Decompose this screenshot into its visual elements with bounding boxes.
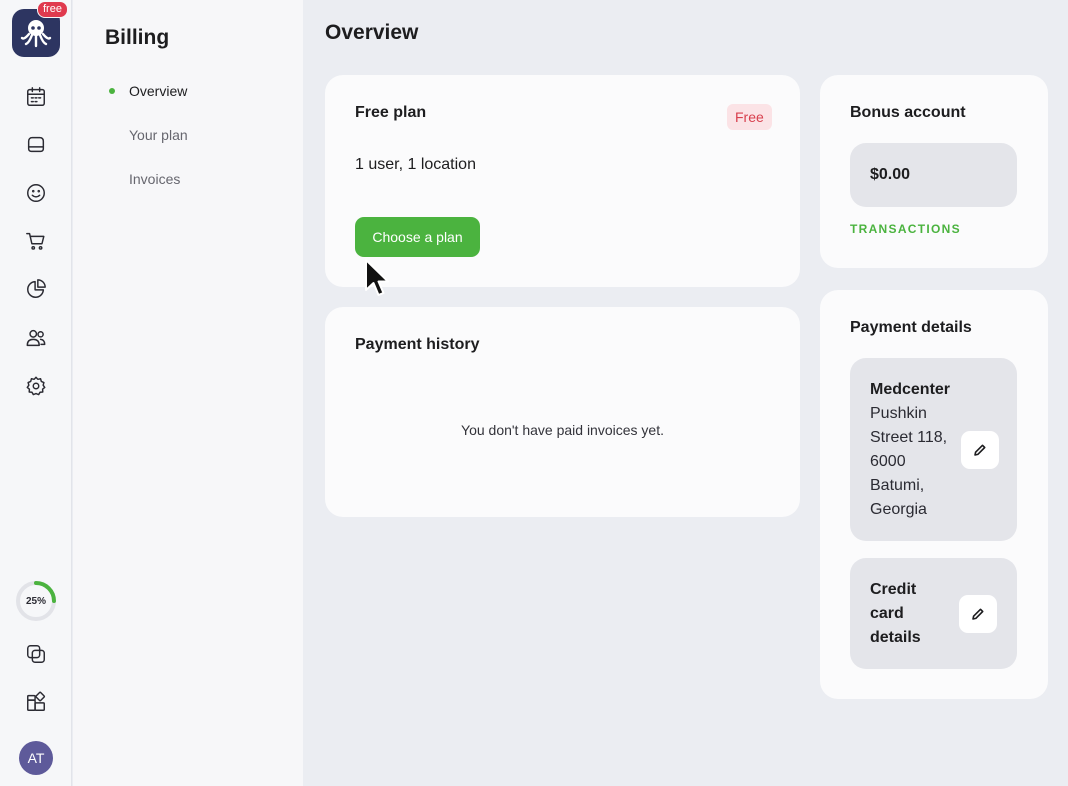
subnav-item-your-plan[interactable]: Your plan bbox=[129, 127, 188, 143]
plan-description: 1 user, 1 location bbox=[355, 156, 476, 173]
progress-label: 25% bbox=[25, 595, 46, 607]
pencil-icon bbox=[974, 444, 986, 456]
payment-details-card: Payment details Medcenter Pushkin Street… bbox=[820, 290, 1048, 699]
bonus-balance: $0.00 bbox=[850, 143, 1017, 207]
credit-card-label: Credit card details bbox=[870, 581, 921, 646]
subnav-item-label: Overview bbox=[129, 83, 188, 99]
company-name: Medcenter bbox=[870, 381, 951, 398]
bonus-account-card: Bonus account $0.00 TRANSACTIONS bbox=[820, 75, 1048, 268]
plan-card-title: Free plan bbox=[355, 104, 427, 121]
choose-plan-button[interactable]: Choose a plan bbox=[355, 217, 480, 257]
subnav-item-overview[interactable]: Overview bbox=[109, 83, 188, 99]
octopus-icon bbox=[20, 20, 52, 48]
pencil-icon bbox=[972, 608, 984, 620]
chat-icon[interactable] bbox=[24, 133, 48, 157]
pie-chart-icon[interactable] bbox=[24, 277, 48, 301]
cart-icon[interactable] bbox=[24, 229, 48, 253]
subnav-item-label: Invoices bbox=[129, 171, 181, 187]
billing-address: Medcenter Pushkin Street 118, 6000 Batum… bbox=[870, 378, 958, 522]
billing-subnav: Billing Overview Your plan Invoices bbox=[73, 0, 303, 786]
gear-icon[interactable] bbox=[24, 374, 48, 398]
page-title: Overview bbox=[325, 21, 419, 44]
payment-card-title: Payment details bbox=[850, 319, 972, 336]
apps-icon[interactable] bbox=[24, 690, 48, 714]
usage-progress-ring[interactable]: 25% bbox=[15, 580, 57, 622]
bonus-card-title: Bonus account bbox=[850, 104, 966, 121]
edit-card-button[interactable] bbox=[959, 595, 997, 633]
users-icon[interactable] bbox=[24, 326, 48, 350]
history-card-title: Payment history bbox=[355, 336, 480, 353]
active-dot bbox=[109, 88, 115, 94]
avatar[interactable]: AT bbox=[19, 741, 53, 775]
smiley-icon[interactable] bbox=[24, 181, 48, 205]
icon-rail: free 25% AT bbox=[0, 0, 72, 786]
subnav-item-label: Your plan bbox=[129, 127, 188, 143]
plan-status-badge: Free bbox=[727, 104, 772, 130]
plan-badge: free bbox=[37, 1, 68, 18]
subnav-item-invoices[interactable]: Invoices bbox=[129, 171, 180, 187]
calendar-icon[interactable] bbox=[24, 85, 48, 109]
empty-history-message: You don't have paid invoices yet. bbox=[461, 422, 664, 438]
payment-history-card: Payment history You don't have paid invo… bbox=[325, 307, 800, 517]
free-plan-card: Free plan Free 1 user, 1 location Choose… bbox=[325, 75, 800, 287]
address-text: Pushkin Street 118, 6000 Batumi, Georgia bbox=[870, 405, 948, 518]
billing-address-box: Medcenter Pushkin Street 118, 6000 Batum… bbox=[850, 358, 1017, 541]
transactions-link[interactable]: TRANSACTIONS bbox=[850, 222, 961, 236]
mouse-cursor-icon bbox=[365, 259, 389, 296]
subnav-title: Billing bbox=[105, 26, 170, 49]
edit-address-button[interactable] bbox=[961, 431, 999, 469]
credit-card-box: Credit card details bbox=[850, 558, 1017, 669]
copy-icon[interactable] bbox=[24, 642, 48, 666]
